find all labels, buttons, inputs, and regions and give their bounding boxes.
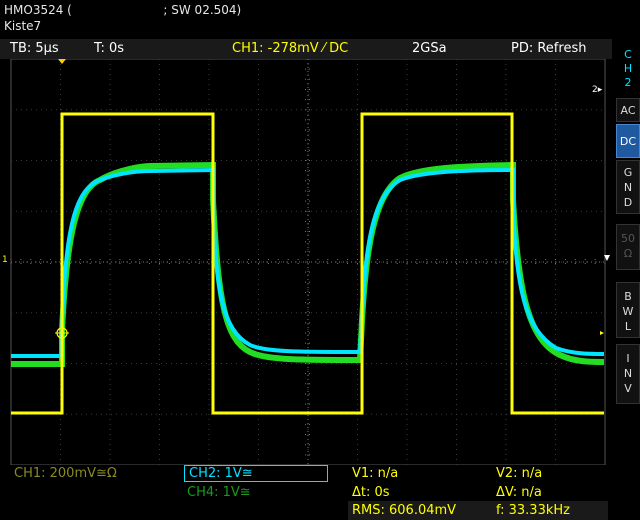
coupling-ac-button[interactable]: AC [616,98,640,122]
channel-indicator: C H 2 [616,48,640,94]
ch1-ground-marker: 1 [2,255,8,265]
ch4-scale-label[interactable]: CH4: 1V≅ [187,485,251,500]
delta-v-readout: ΔV: n/a [496,485,542,500]
ch1-scale-label[interactable]: CH1: 200mV≅Ω [14,466,117,481]
sample-rate-label: 2GSa [412,41,447,56]
waveform-display[interactable]: 2▸ 1 [0,59,612,465]
coupling-gnd-button[interactable]: G N D [616,160,640,214]
ch2-scale-label: CH2: 1V≅ [189,466,253,481]
status-bar: TB: 5µs T: 0s CH1: -278mV ⁄ DC 2GSa PD: … [0,39,612,59]
delta-t-readout: Δt: 0s [352,485,390,500]
device-name: Kiste7 [4,19,42,33]
rms-measurement: RMS: 606.04mV [352,503,457,518]
trigger-channel-label[interactable]: CH1: -278mV ⁄ DC [232,41,348,56]
timebase-label[interactable]: TB: 5µs [10,41,59,56]
impedance-50-button[interactable]: 50 Ω [616,224,640,270]
device-title: HMO3524 ( ; SW 02.504) [4,3,242,17]
acquisition-mode-label[interactable]: PD: Refresh [511,41,586,56]
cursor-v2-readout: V2: n/a [496,466,543,481]
coupling-dc-button[interactable]: DC [616,124,640,158]
frequency-measurement: f: 33.33kHz [496,503,570,518]
bandwidth-limit-button[interactable]: B W L [616,282,640,338]
invert-button[interactable]: I N V [616,344,640,404]
cursor-v1-readout: V1: n/a [352,466,399,481]
ch2-offset-marker: 2▸ [592,85,603,95]
trigger-time-label[interactable]: T: 0s [94,41,124,56]
ch2-scale-box[interactable]: CH2: 1V≅ [184,465,328,482]
